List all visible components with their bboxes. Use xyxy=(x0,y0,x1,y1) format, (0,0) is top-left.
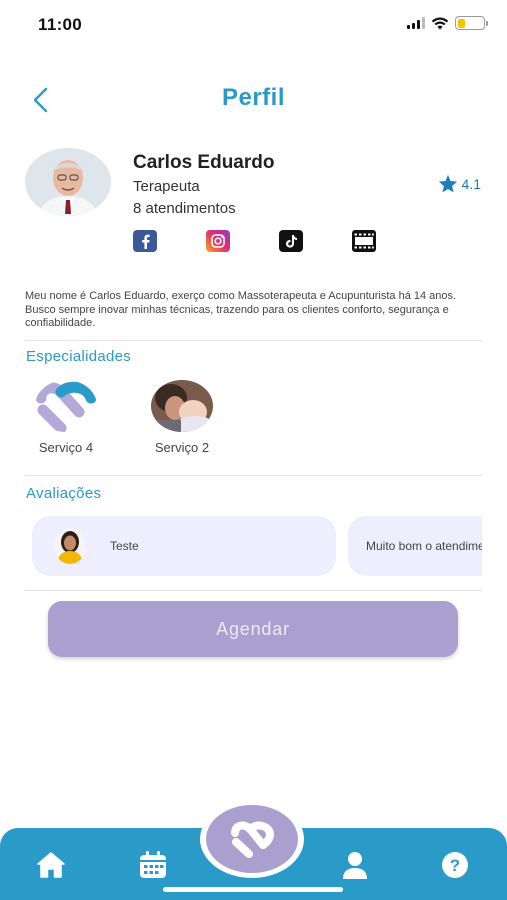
profile-bio: Meu nome é Carlos Eduardo, exerço como M… xyxy=(25,290,457,329)
video-icon xyxy=(353,232,375,250)
divider xyxy=(25,590,482,591)
instagram-icon xyxy=(211,234,225,248)
service-item[interactable]: Serviço 4 xyxy=(26,380,106,455)
reviews-title: Avaliações xyxy=(26,485,102,502)
profile-role: Terapeuta xyxy=(133,178,200,195)
tiktok-icon xyxy=(286,235,297,248)
user-icon xyxy=(343,852,367,879)
home-indicator xyxy=(163,887,343,892)
review-text: Teste xyxy=(110,539,139,553)
svg-text:?: ? xyxy=(450,856,460,875)
divider xyxy=(25,340,482,341)
facebook-icon xyxy=(142,234,150,249)
specialties-title: Especialidades xyxy=(26,348,132,365)
profile-name: Carlos Eduardo xyxy=(133,152,275,173)
status-bar: 11:00 xyxy=(0,0,507,50)
video-link[interactable] xyxy=(352,230,376,252)
star-icon xyxy=(438,174,457,193)
cellular-signal-icon xyxy=(407,17,425,29)
review-card[interactable]: Muito bom o atendimento xyxy=(348,516,482,576)
divider xyxy=(25,475,482,476)
avatar xyxy=(25,148,111,216)
nav-home[interactable] xyxy=(34,848,68,882)
wifi-icon xyxy=(431,17,449,29)
nav-help[interactable]: ? xyxy=(438,848,472,882)
tiktok-link[interactable] xyxy=(279,230,303,252)
rating: 4.1 xyxy=(438,174,481,193)
instagram-link[interactable] xyxy=(206,230,230,252)
battery-icon xyxy=(455,16,488,30)
brand-icon xyxy=(231,821,275,858)
help-icon: ? xyxy=(442,852,468,878)
review-text: Muito bom o atendimento xyxy=(366,539,482,553)
status-icons xyxy=(407,16,488,30)
profile-card: Carlos Eduardo Terapeuta 8 atendimentos … xyxy=(25,148,485,258)
page-header: Perfil xyxy=(0,78,507,122)
page-title: Perfil xyxy=(221,84,286,111)
service-label: Serviço 2 xyxy=(154,440,210,455)
nav-profile[interactable] xyxy=(338,848,372,882)
rating-value: 4.1 xyxy=(461,175,481,192)
review-avatar xyxy=(54,528,86,564)
center-brand-button[interactable] xyxy=(200,800,304,878)
nav-calendar[interactable] xyxy=(136,848,170,882)
facebook-link[interactable] xyxy=(133,230,157,252)
battery-level xyxy=(457,18,465,28)
schedule-button[interactable]: Agendar xyxy=(48,601,458,657)
review-card[interactable]: Teste xyxy=(32,516,336,576)
reviews-carousel[interactable]: Teste Muito bom o atendimento xyxy=(32,516,482,578)
calendar-icon xyxy=(140,851,166,878)
service-image xyxy=(35,380,97,432)
service-label: Serviço 4 xyxy=(38,440,94,455)
service-item[interactable]: Serviço 2 xyxy=(142,380,222,455)
service-image xyxy=(151,380,213,432)
status-time: 11:00 xyxy=(38,15,83,34)
appointments-count: 8 atendimentos xyxy=(133,200,236,217)
center-brand-circle xyxy=(206,805,298,873)
social-links xyxy=(133,230,425,252)
home-icon xyxy=(37,852,65,878)
